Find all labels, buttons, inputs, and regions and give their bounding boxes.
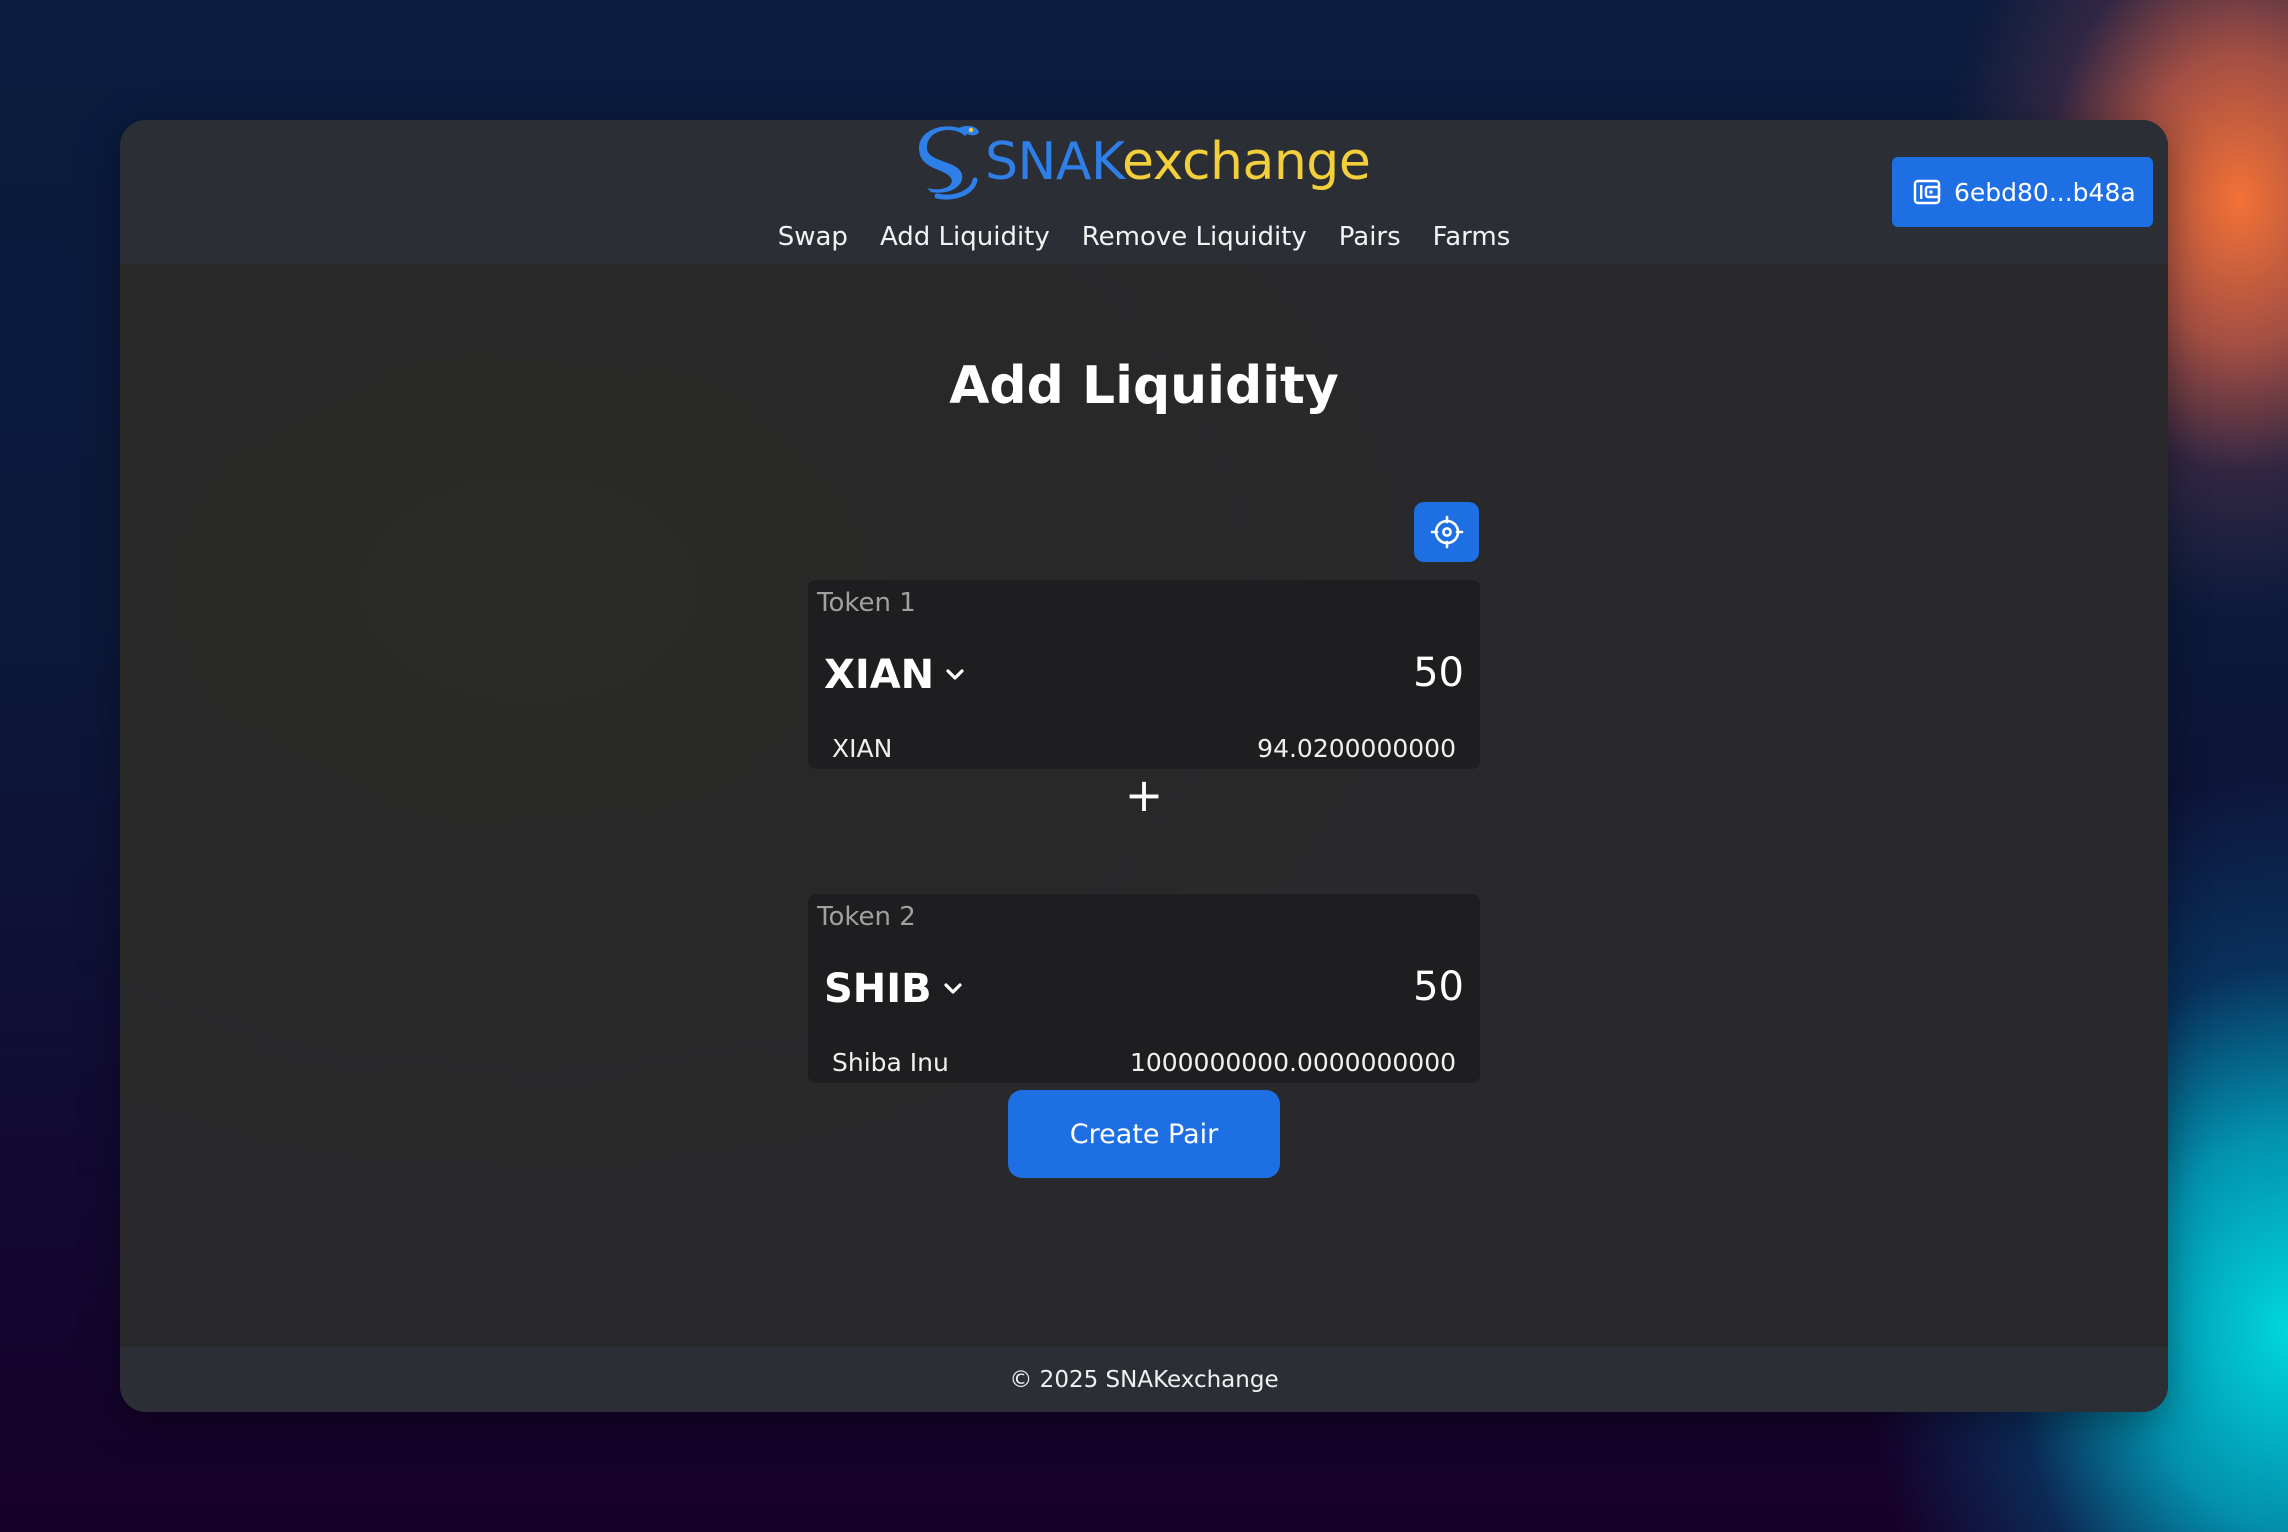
page-title: Add Liquidity — [949, 356, 1339, 416]
token1-card: Token 1 XIAN XIAN 94.0200000000 — [808, 580, 1480, 769]
token1-amount-input[interactable] — [1164, 650, 1464, 696]
token2-selector[interactable]: SHIB — [824, 966, 964, 1012]
wallet-button[interactable]: 6ebd80...b48a — [1892, 157, 2153, 227]
footer: © 2025 SNAKexchange — [120, 1347, 2168, 1412]
settings-button[interactable] — [1414, 502, 1479, 562]
app-window: SNAKexchange Swap Add Liquidity Remove L… — [120, 120, 2168, 1412]
main-nav: Swap Add Liquidity Remove Liquidity Pair… — [120, 222, 2168, 252]
token2-label: Token 2 — [817, 902, 916, 932]
token1-name: XIAN — [832, 734, 893, 763]
gear-icon — [1430, 515, 1463, 549]
nav-remove-liquidity[interactable]: Remove Liquidity — [1082, 222, 1307, 252]
header: SNAKexchange Swap Add Liquidity Remove L… — [120, 120, 2168, 264]
brand-name: SNAKexchange — [985, 132, 1371, 192]
nav-pairs[interactable]: Pairs — [1339, 222, 1401, 252]
token1-balance: 94.0200000000 — [1257, 734, 1456, 763]
token2-amount-input[interactable] — [1164, 964, 1464, 1010]
chevron-down-icon — [944, 983, 962, 994]
token2-symbol: SHIB — [824, 966, 932, 1012]
snake-logo-icon — [919, 125, 979, 200]
footer-copyright: © 2025 SNAKexchange — [1009, 1366, 1279, 1393]
nav-farms[interactable]: Farms — [1433, 222, 1511, 252]
token2-name: Shiba Inu — [832, 1048, 949, 1077]
wallet-address: 6ebd80...b48a — [1954, 177, 2136, 207]
nav-swap[interactable]: Swap — [778, 222, 848, 252]
token2-balance: 1000000000.0000000000 — [1129, 1048, 1456, 1077]
nav-add-liquidity[interactable]: Add Liquidity — [880, 222, 1050, 252]
logo[interactable]: SNAKexchange — [915, 122, 1371, 202]
plus-separator: + — [1124, 768, 1164, 822]
chevron-down-icon — [946, 669, 964, 680]
token1-selector[interactable]: XIAN — [824, 652, 966, 698]
wallet-icon — [1913, 179, 1941, 205]
token1-symbol: XIAN — [824, 652, 935, 698]
token1-label: Token 1 — [817, 588, 916, 618]
token2-card: Token 2 SHIB Shiba Inu 1000000000.000000… — [808, 894, 1480, 1083]
create-pair-button[interactable]: Create Pair — [1008, 1090, 1280, 1178]
